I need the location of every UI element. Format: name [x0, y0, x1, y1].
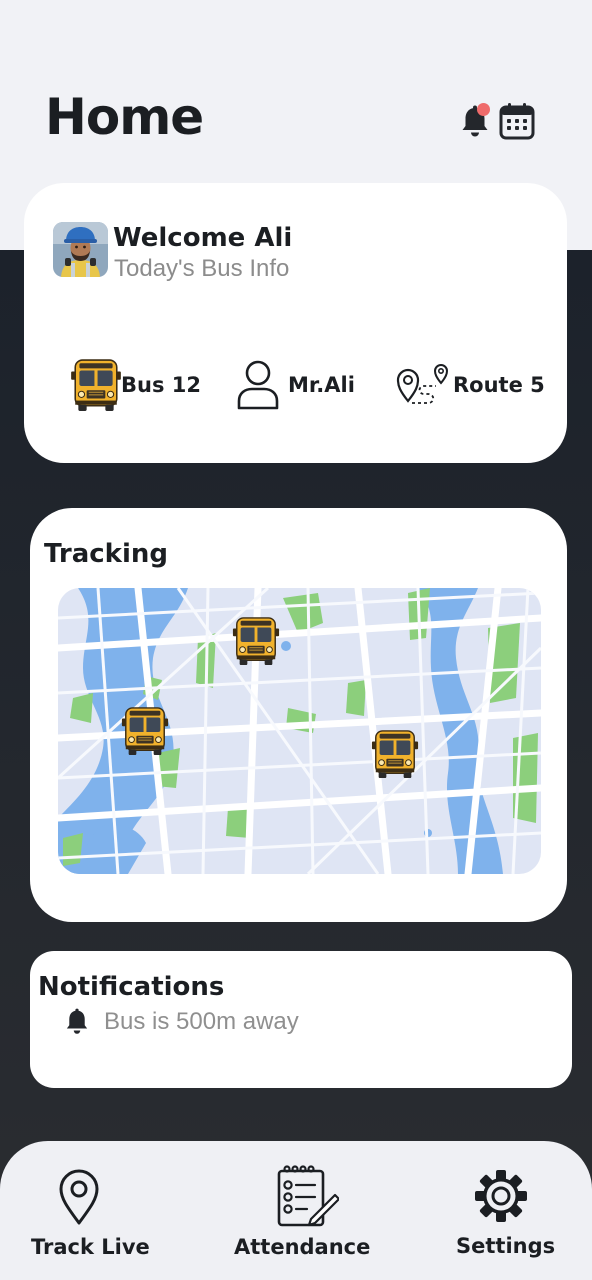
notification-item[interactable]: Bus is 500m away: [64, 1008, 299, 1036]
page-title: Home: [45, 88, 204, 146]
nav-label-settings: Settings: [456, 1234, 556, 1258]
nav-label-attendance: Attendance: [234, 1235, 371, 1259]
nav-settings[interactable]: Settings: [448, 1141, 558, 1280]
notifications-title: Notifications: [38, 972, 225, 1002]
bus-marker[interactable]: [121, 707, 169, 756]
bus-marker[interactable]: [232, 617, 280, 666]
calendar-icon[interactable]: [499, 102, 535, 140]
location-pin-icon: [59, 1169, 99, 1225]
bus-marker[interactable]: [371, 730, 419, 779]
bottom-nav: Track Live Attendance Settings: [0, 1141, 592, 1280]
nav-label-track-live: Track Live: [31, 1235, 150, 1259]
welcome-card: Welcome Ali Today's Bus Info Bus 12 Mr.A…: [24, 183, 567, 463]
avatar[interactable]: [53, 222, 108, 277]
bus-icon: [71, 358, 121, 412]
notification-text: Bus is 500m away: [104, 1008, 299, 1035]
checklist-icon: [277, 1165, 339, 1227]
bus-label: Bus 12: [121, 373, 201, 397]
route-label: Route 5: [453, 373, 545, 397]
welcome-subtitle: Today's Bus Info: [114, 255, 290, 282]
driver-info: Mr.Ali: [236, 357, 355, 413]
notification-dot: [477, 103, 490, 116]
tracking-map[interactable]: [58, 588, 541, 874]
tracking-title: Tracking: [44, 539, 168, 569]
notifications-card: Notifications Bus is 500m away: [30, 951, 572, 1088]
bell-icon: [64, 1008, 90, 1036]
tracking-card: Tracking: [30, 508, 567, 922]
user-icon: [237, 360, 279, 410]
route-info: Route 5: [396, 357, 545, 413]
driver-label: Mr.Ali: [288, 373, 355, 397]
nav-attendance[interactable]: Attendance: [225, 1141, 385, 1280]
route-icon: [396, 364, 449, 404]
nav-track-live[interactable]: Track Live: [18, 1141, 158, 1280]
gear-icon: [475, 1170, 527, 1222]
welcome-title: Welcome Ali: [113, 223, 293, 253]
bus-info: Bus 12: [71, 357, 201, 413]
